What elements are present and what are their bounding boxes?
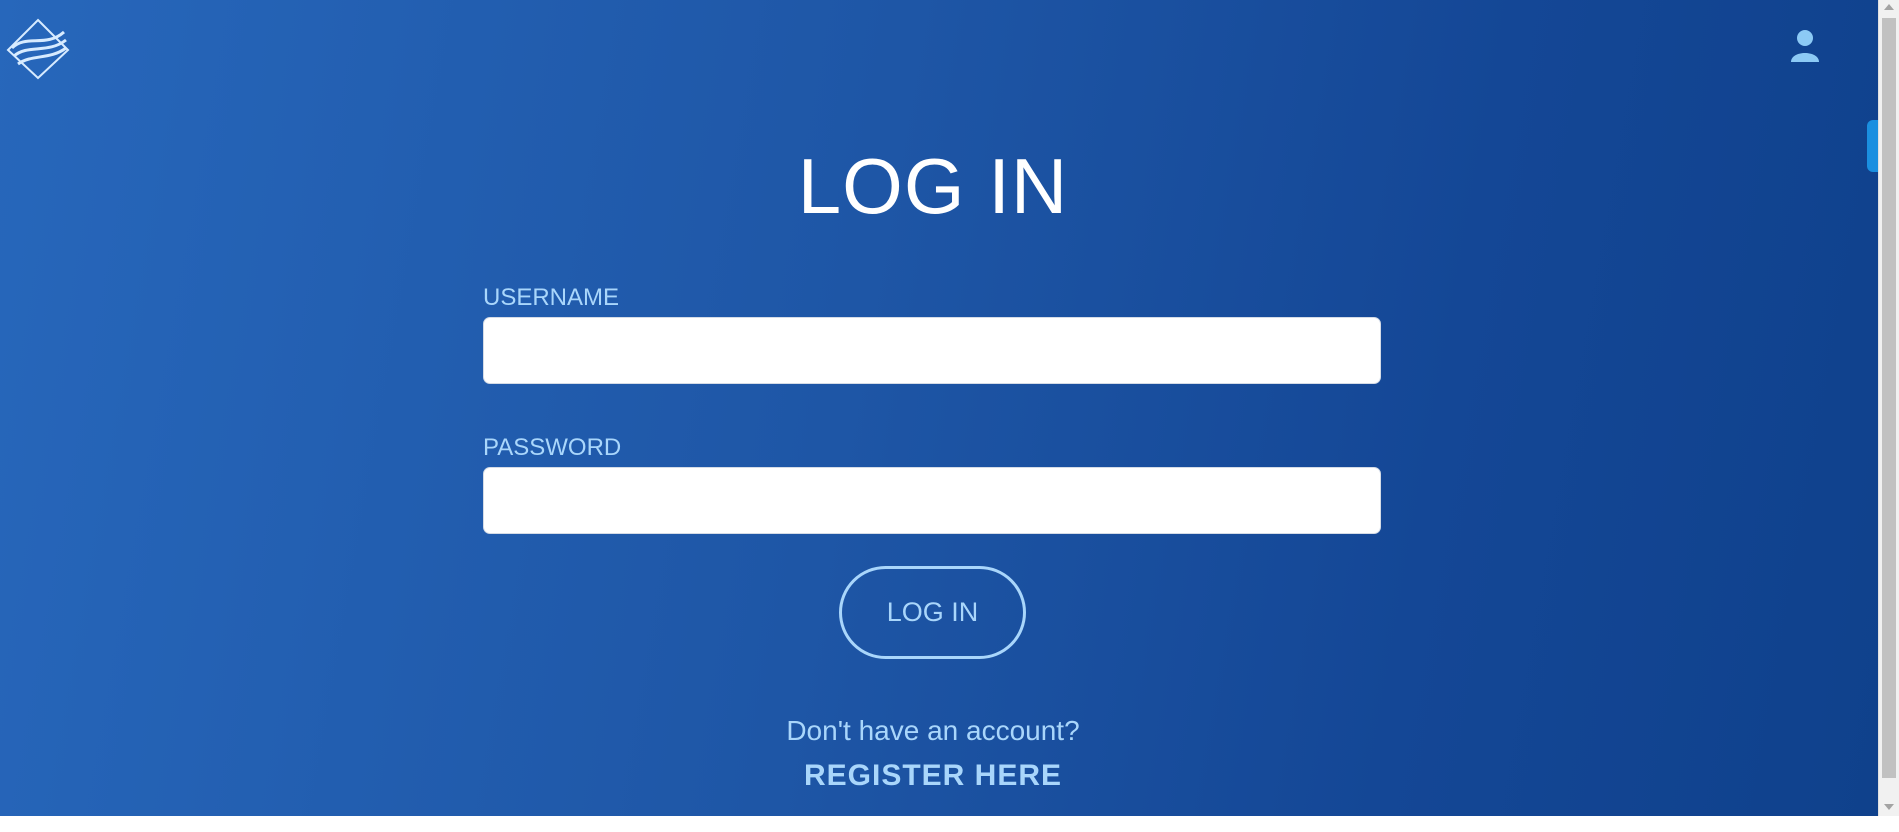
scroll-down-arrow-icon[interactable] [1884,804,1894,810]
vertical-scrollbar[interactable] [1878,0,1899,816]
password-input[interactable] [483,467,1381,534]
no-account-text: Don't have an account? [786,715,1080,746]
login-page: LOG IN USERNAME PASSWORD LOG IN Don't ha… [0,0,1878,816]
username-input[interactable] [483,317,1381,384]
side-feedback-tab[interactable] [1867,120,1878,172]
scrollbar-thumb[interactable] [1882,18,1896,778]
login-button[interactable]: LOG IN [839,566,1026,659]
username-label: USERNAME [483,284,620,311]
user-icon[interactable] [1789,28,1821,64]
page-title: LOG IN [797,142,1069,230]
password-label: PASSWORD [483,434,622,461]
scroll-up-arrow-icon[interactable] [1884,4,1894,10]
register-link-container: REGISTER HERE [0,758,1866,799]
browser-viewport: LOG IN USERNAME PASSWORD LOG IN Don't ha… [0,0,1899,832]
register-link[interactable]: REGISTER HERE [804,759,1062,792]
wave-diamond-logo-icon[interactable] [6,18,70,80]
